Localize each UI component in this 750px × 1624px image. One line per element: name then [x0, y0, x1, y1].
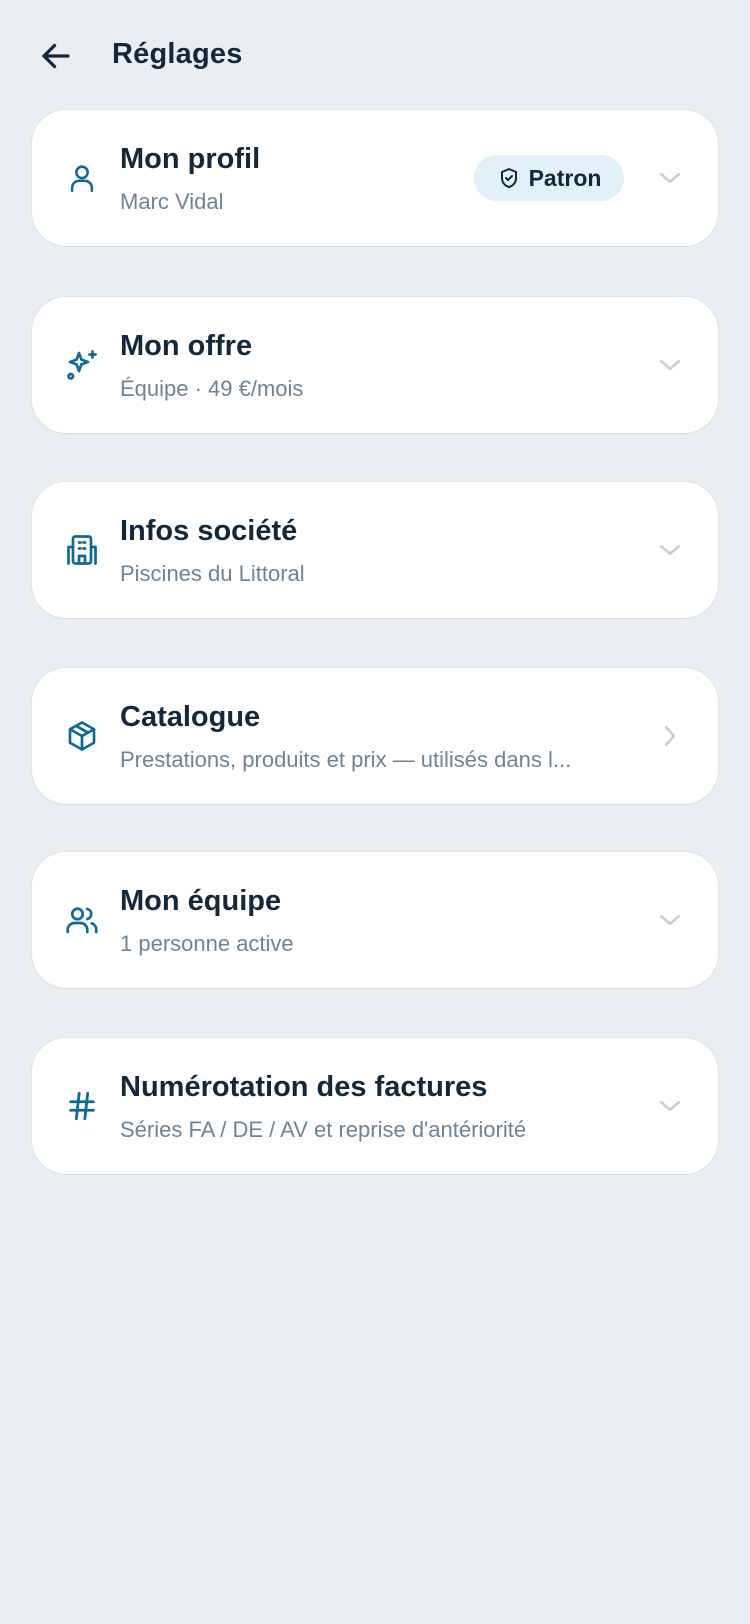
chevron-down-icon[interactable]: [654, 904, 686, 936]
role-badge: Patron: [474, 155, 624, 201]
shield-check-icon: [500, 168, 517, 188]
section-subtitle: Marc Vidal: [120, 189, 224, 214]
section-title: Catalogue: [120, 701, 261, 733]
section-infos-societe[interactable]: Infos société Piscines du Littoral: [32, 482, 718, 618]
section-title: Mon profil: [120, 143, 261, 175]
hash-icon: [62, 1086, 102, 1126]
section-title: Mon équipe: [120, 885, 282, 917]
section-title: Numérotation des factures: [120, 1071, 488, 1103]
top-bar: Réglages: [0, 0, 750, 110]
section-subtitle: Prestations, produits et prix — utilisés…: [120, 747, 572, 772]
back-button[interactable]: [34, 34, 78, 78]
section-catalogue[interactable]: Catalogue Prestations, produits et prix …: [32, 668, 718, 804]
chevron-down-icon[interactable]: [654, 534, 686, 566]
package-icon: [62, 716, 102, 756]
users-icon: [62, 900, 102, 940]
section-mon-offre[interactable]: Mon offre Équipe · 49 €/mois: [32, 297, 718, 433]
section-subtitle: 1 personne active: [120, 931, 294, 956]
chevron-down-icon[interactable]: [654, 349, 686, 381]
section-title: Infos société: [120, 515, 298, 547]
section-mon-equipe[interactable]: Mon équipe 1 personne active: [32, 852, 718, 988]
sparkles-icon: [62, 345, 102, 385]
badge-label: Patron: [528, 164, 602, 191]
chevron-down-icon[interactable]: [654, 1090, 686, 1122]
user-icon: [62, 158, 102, 198]
chevron-down-icon[interactable]: [654, 162, 686, 194]
section-subtitle: Séries FA / DE / AV et reprise d'antério…: [120, 1117, 527, 1142]
page-title: Réglages: [112, 38, 243, 70]
section-numerotation-factures[interactable]: Numérotation des factures Séries FA / DE…: [32, 1038, 718, 1174]
arrow-left-icon: [42, 43, 70, 69]
building-icon: [62, 530, 102, 570]
chevron-right-icon[interactable]: [654, 720, 686, 752]
section-title: Mon offre: [120, 330, 253, 362]
section-subtitle: Piscines du Littoral: [120, 561, 305, 586]
section-mon-profil[interactable]: Mon profil Marc Vidal Patron: [32, 110, 718, 246]
section-subtitle: Équipe · 49 €/mois: [120, 376, 304, 401]
